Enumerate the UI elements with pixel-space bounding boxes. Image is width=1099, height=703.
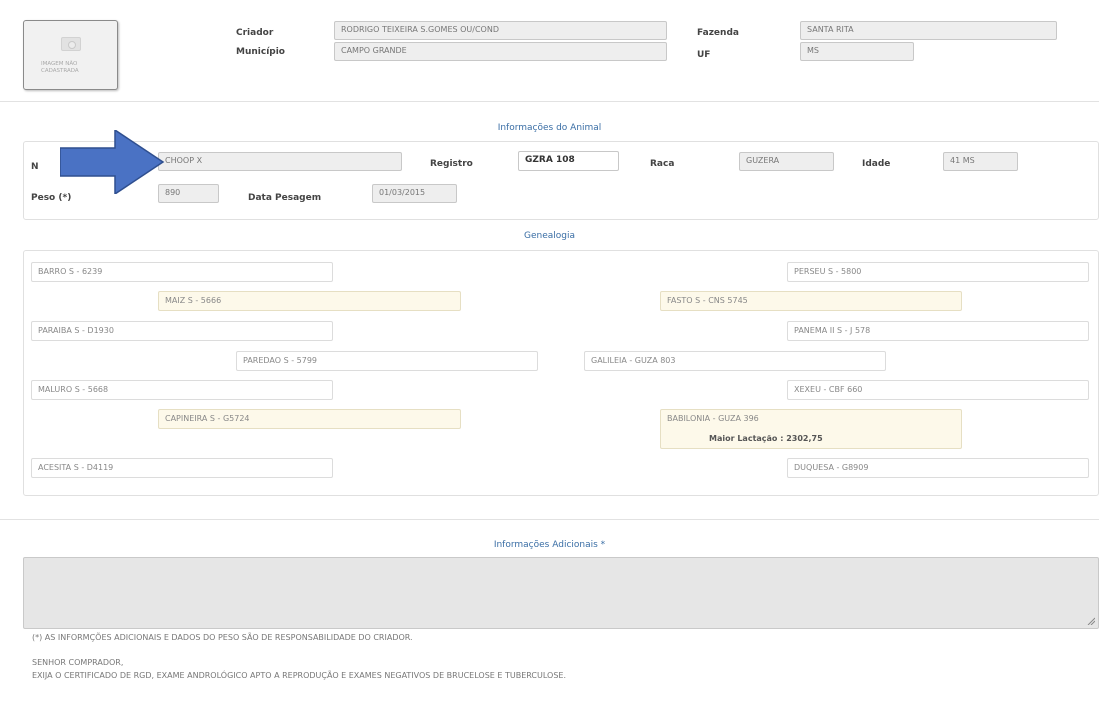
genealogy-section-title: Genealogia xyxy=(523,231,575,241)
genealogy-sire[interactable]: PAREDAO S - 5799 xyxy=(236,351,538,371)
peso-label: Peso (*) xyxy=(31,193,72,203)
registro-label: Registro xyxy=(430,159,473,169)
genealogy-ggm2[interactable]: ACESITA S - D4119 xyxy=(31,458,333,478)
genealogy-gf2[interactable]: FASTO S - CNS 5745 xyxy=(660,291,962,311)
genealogy-ggf3[interactable]: PERSEU S - 5800 xyxy=(787,262,1089,282)
uf-field[interactable]: MS xyxy=(800,42,914,61)
nome-field[interactable]: CHOOP X xyxy=(158,152,402,171)
registro-field[interactable]: GZRA 108 xyxy=(518,151,619,171)
animal-photo-placeholder: IMAGEM NÃO CADASTRADA xyxy=(23,20,118,90)
resize-grip-icon[interactable] xyxy=(1087,617,1095,625)
genealogy-gm2-lactation: Maior Lactação : 2302,75 xyxy=(709,434,823,443)
genealogy-ggm1[interactable]: PARAIBA S - D1930 xyxy=(31,321,333,341)
genealogy-gm1[interactable]: CAPINEIRA S - G5724 xyxy=(158,409,461,429)
camera-placeholder-icon xyxy=(61,37,81,51)
raca-label: Raca xyxy=(650,159,675,169)
idade-label: Idade xyxy=(862,159,891,169)
raca-field[interactable]: GUZERA xyxy=(739,152,834,171)
photo-caption: IMAGEM NÃO CADASTRADA xyxy=(41,61,79,74)
genealogy-ggf2[interactable]: MALURO S - 5668 xyxy=(31,380,333,400)
fazenda-field[interactable]: SANTA RITA xyxy=(800,21,1057,40)
genealogy-ggm4[interactable]: DUQUESA - G8909 xyxy=(787,458,1089,478)
data-pesagem-label: Data Pesagem xyxy=(248,193,322,203)
genealogy-ggm3[interactable]: PANEMA II S - J 578 xyxy=(787,321,1089,341)
genealogy-ggf1[interactable]: BARRO S - 6239 xyxy=(31,262,333,282)
genealogy-ggf4[interactable]: XEXEU - CBF 660 xyxy=(787,380,1089,400)
municipio-field[interactable]: CAMPO GRANDE xyxy=(334,42,667,61)
criador-label: Criador xyxy=(236,28,274,38)
genealogy-gf1[interactable]: MAIZ S - 5666 xyxy=(158,291,461,311)
uf-label: UF xyxy=(697,50,711,60)
criador-field[interactable]: RODRIGO TEIXEIRA S.GOMES OU/COND xyxy=(334,21,667,40)
buyer-instructions: EXIJA O CERTIFICADO DE RGD, EXAME ANDROL… xyxy=(32,671,566,680)
additional-section-title: Informações Adicionais * xyxy=(493,540,606,550)
nome-label: N xyxy=(31,162,39,172)
genealogy-dam[interactable]: GALILEIA - GUZA 803 xyxy=(584,351,886,371)
right-arrow-annotation xyxy=(60,130,165,194)
header-divider xyxy=(0,101,1099,102)
additional-info-textarea[interactable] xyxy=(23,557,1099,629)
idade-field[interactable]: 41 MS xyxy=(943,152,1018,171)
genealogy-gm2[interactable]: BABILONIA - GUZA 396 Maior Lactação : 23… xyxy=(660,409,962,449)
disclaimer-note: (*) AS INFORMÇÕES ADICIONAIS E DADOS DO … xyxy=(32,633,413,642)
municipio-label: Município xyxy=(236,47,285,57)
buyer-greeting: SENHOR COMPRADOR, xyxy=(32,658,124,667)
data-pesagem-field[interactable]: 01/03/2015 xyxy=(372,184,457,203)
fazenda-label: Fazenda xyxy=(697,28,739,38)
genealogy-gm2-name: BABILONIA - GUZA 396 xyxy=(667,414,759,423)
genealogy-divider xyxy=(0,519,1099,520)
